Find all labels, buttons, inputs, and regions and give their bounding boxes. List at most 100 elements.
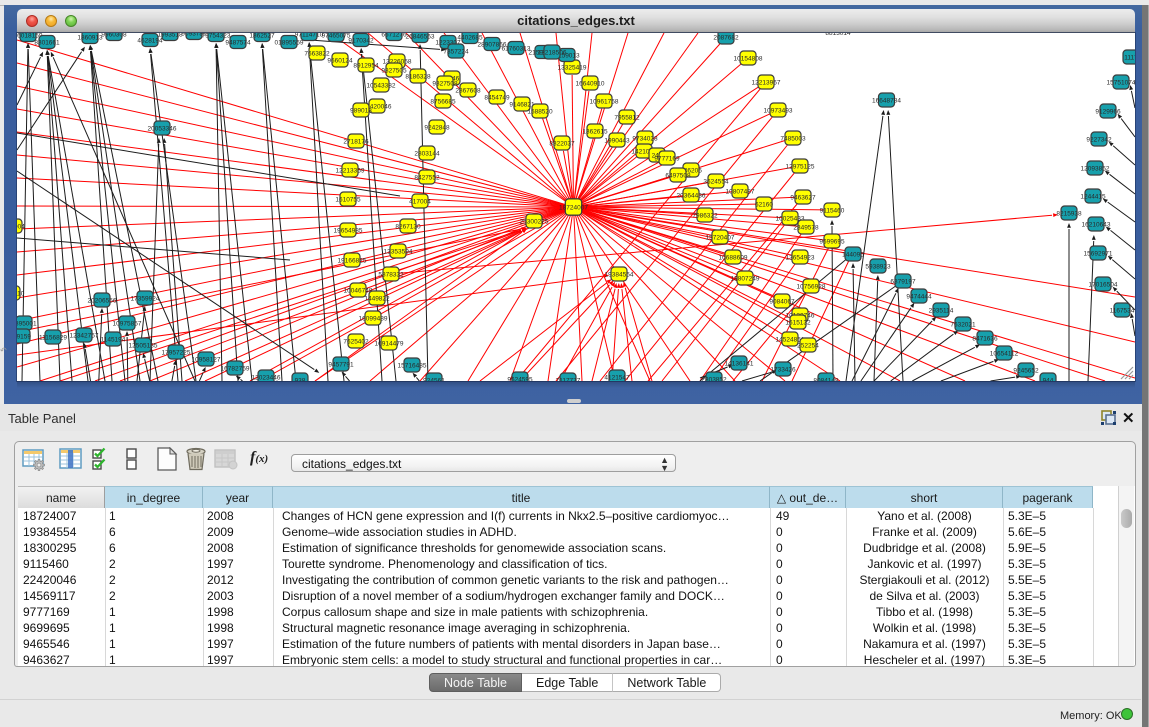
svg-text:15716485: 15716485 (398, 362, 427, 369)
svg-text:2803852: 2803852 (701, 376, 727, 381)
svg-text:3267110: 3267110 (17, 290, 25, 297)
svg-text:5878332: 5878332 (378, 271, 404, 278)
svg-text:924561: 924561 (423, 377, 445, 381)
svg-text:17016504: 17016504 (1089, 281, 1118, 288)
svg-text:7986322: 7986322 (692, 212, 718, 219)
svg-text:10154808: 10154808 (734, 55, 763, 62)
svg-text:1145194: 1145194 (101, 336, 126, 343)
svg-text:2349578: 2349578 (793, 224, 819, 231)
svg-text:989013: 989013 (350, 107, 372, 114)
svg-text:12505135: 12505135 (129, 342, 158, 349)
svg-text:6671276: 6671276 (381, 33, 407, 38)
svg-text:8084148: 8084148 (813, 377, 839, 381)
svg-text:9227342: 9227342 (1086, 136, 1112, 143)
svg-text:9242848: 9242848 (424, 124, 450, 131)
svg-text:1588520: 1588520 (527, 108, 553, 115)
svg-text:25300275: 25300275 (520, 218, 549, 225)
svg-text:1362615: 1362615 (582, 128, 608, 135)
svg-text:10756928: 10756928 (797, 283, 826, 290)
svg-text:1615132: 1615132 (785, 319, 811, 326)
svg-text:9777169: 9777169 (654, 155, 680, 162)
svg-text:62160: 62160 (755, 201, 773, 208)
svg-text:252254: 252254 (797, 342, 819, 349)
svg-text:7632021: 7632021 (950, 321, 976, 328)
svg-text:17957225: 17957225 (162, 349, 191, 356)
svg-text:8215938: 8215938 (1056, 210, 1082, 217)
svg-text:17359924: 17359924 (131, 295, 160, 302)
svg-text:12218506: 12218506 (538, 49, 567, 56)
svg-text:8301661: 8301661 (34, 39, 60, 46)
svg-text:20206556: 20206556 (88, 297, 117, 304)
svg-text:9699695: 9699695 (819, 238, 845, 245)
svg-text:10973493: 10973493 (764, 107, 793, 114)
svg-text:6497508: 6497508 (665, 172, 691, 179)
svg-text:12093852: 12093852 (1081, 165, 1110, 172)
svg-text:12975125: 12975125 (786, 163, 815, 170)
svg-text:01895559: 01895559 (275, 39, 304, 46)
svg-text:12213967: 12213967 (752, 79, 781, 86)
svg-text:2803144: 2803144 (414, 150, 440, 157)
svg-text:15720407: 15720407 (706, 234, 735, 241)
svg-text:7955812: 7955812 (614, 114, 640, 121)
svg-text:12342757: 12342757 (70, 332, 99, 339)
svg-text:1860913: 1860913 (77, 34, 103, 41)
svg-text:15692971: 15692971 (1084, 250, 1113, 257)
svg-text:1449822: 1449822 (364, 295, 390, 302)
svg-text:4628194: 4628194 (137, 37, 163, 44)
svg-text:12213369: 12213369 (336, 167, 365, 174)
svg-text:1395001: 1395001 (17, 320, 37, 327)
svg-text:20364436: 20364436 (677, 192, 706, 199)
svg-text:18807249: 18807249 (731, 275, 760, 282)
svg-text:417004: 417004 (17, 223, 25, 230)
svg-text:9474444: 9474444 (906, 293, 932, 300)
svg-text:7117777: 7117777 (556, 377, 581, 381)
svg-text:20053346: 20053346 (148, 125, 177, 132)
svg-text:12023446: 12023446 (252, 374, 281, 381)
svg-text:8471636: 8471636 (972, 335, 998, 342)
svg-text:9245652: 9245652 (1013, 367, 1039, 374)
svg-text:61760313: 61760313 (502, 45, 531, 52)
svg-text:144095: 144095 (842, 251, 864, 258)
svg-text:9146821: 9146821 (509, 101, 535, 108)
svg-text:5938923: 5938923 (865, 263, 891, 270)
svg-text:16099489: 16099489 (359, 315, 388, 322)
svg-text:6379197: 6379197 (890, 278, 916, 285)
svg-text:1733426: 1733426 (770, 366, 796, 373)
svg-text:7663822: 7663822 (304, 50, 330, 57)
svg-text:2718176: 2718176 (343, 138, 369, 145)
svg-text:16648784: 16648784 (872, 97, 901, 104)
svg-text:9734028: 9734028 (632, 135, 658, 142)
svg-text:1117: 1117 (1124, 54, 1135, 61)
svg-text:7485003: 7485003 (780, 135, 806, 142)
svg-text:9660124: 9660124 (327, 57, 353, 64)
svg-text:8322037: 8322037 (549, 140, 575, 147)
svg-text:97465075: 97465075 (322, 33, 351, 39)
svg-text:16210643: 16210643 (1082, 221, 1111, 228)
svg-text:13325419: 13325419 (558, 64, 587, 71)
svg-text:13654923: 13654923 (786, 254, 815, 261)
svg-text:7625402: 7625402 (343, 338, 369, 345)
svg-text:9084067: 9084067 (769, 298, 795, 305)
svg-text:8186328: 8186328 (405, 73, 431, 80)
svg-text:10958127: 10958127 (192, 356, 221, 363)
svg-text:8912954: 8912954 (353, 62, 379, 69)
svg-text:1244415: 1244415 (1080, 193, 1106, 200)
svg-text:1990443: 1990443 (604, 137, 630, 144)
svg-text:9624595: 9624595 (507, 376, 533, 381)
svg-text:39159: 39159 (17, 333, 31, 340)
svg-text:9487574: 9487574 (225, 39, 251, 46)
svg-text:938: 938 (295, 377, 306, 381)
svg-text:15751074: 15751074 (1107, 79, 1135, 86)
svg-text:18724007: 18724007 (559, 204, 588, 211)
svg-text:8756685: 8756685 (430, 98, 456, 105)
svg-text:16640910: 16640910 (576, 80, 605, 87)
svg-text:9827505: 9827505 (381, 67, 407, 74)
svg-text:417004: 417004 (409, 198, 431, 205)
svg-text:8454749: 8454749 (484, 94, 510, 101)
svg-text:2087682: 2087682 (713, 34, 739, 41)
svg-text:19654985: 19654985 (334, 227, 363, 234)
svg-text:4121547: 4121547 (604, 374, 630, 381)
svg-text:16782759: 16782759 (221, 365, 250, 372)
svg-text:10688609: 10688609 (719, 254, 748, 261)
svg-text:10654112: 10654112 (990, 350, 1019, 357)
